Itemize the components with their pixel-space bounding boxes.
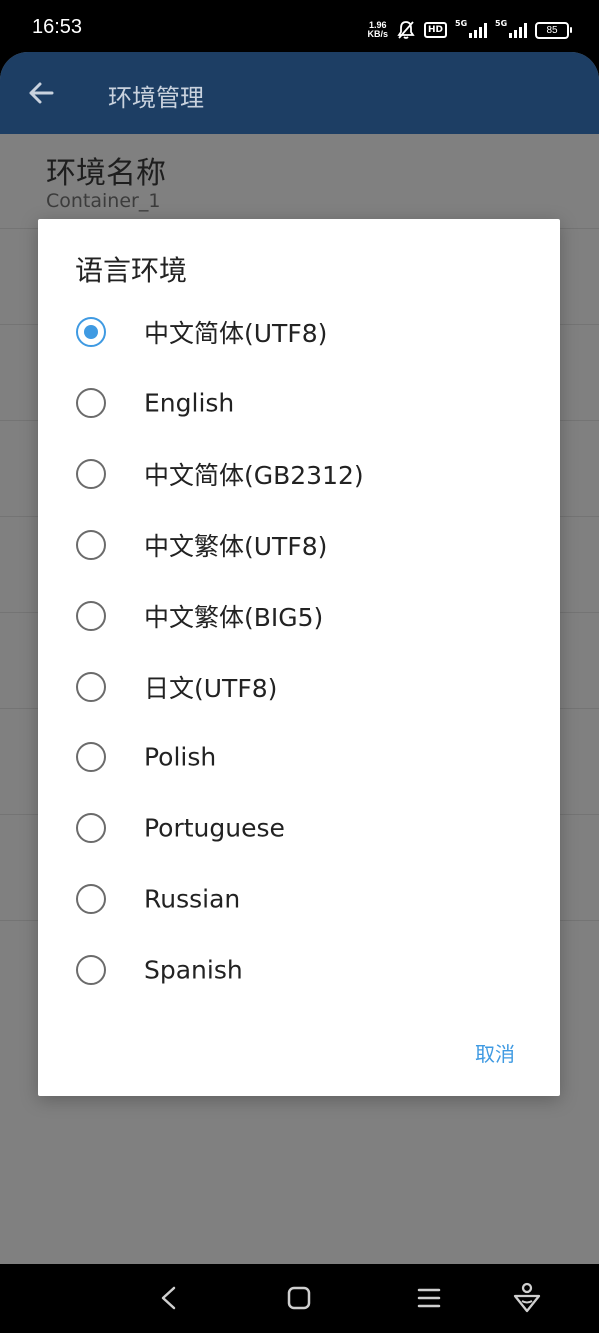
radio-unchecked-icon[interactable] [76, 600, 106, 631]
option-label: 中文繁体(UTF8) [144, 531, 328, 561]
signal-strength-icon: 5G [495, 19, 527, 38]
option-label: 中文简体(GB2312) [144, 460, 364, 490]
sim1-network-type: 5G [455, 19, 468, 28]
option-label: 日文(UTF8) [144, 673, 278, 703]
option-label: Russian [144, 884, 241, 913]
radio-unchecked-icon[interactable] [76, 883, 106, 914]
option-zh-tw-big5[interactable]: 中文繁体(BIG5) [38, 580, 560, 651]
hd-voice-icon: HD [423, 22, 447, 38]
radio-checked-icon[interactable] [76, 316, 106, 347]
option-zh-tw-utf8[interactable]: 中文繁体(UTF8) [38, 509, 560, 580]
option-label: 中文简体(UTF8) [144, 318, 328, 348]
network-speed-unit: KB/s [367, 29, 388, 39]
option-russian[interactable]: Russian [38, 863, 560, 934]
radio-unchecked-icon[interactable] [76, 741, 106, 772]
option-label: 中文繁体(BIG5) [144, 602, 324, 632]
nav-back-icon[interactable] [156, 1284, 182, 1312]
dialog-title: 语言环境 [75, 254, 188, 287]
clock: 16:53 [32, 16, 83, 38]
radio-unchecked-icon[interactable] [76, 671, 106, 702]
bell-muted-icon [397, 21, 415, 39]
back-arrow-icon[interactable] [26, 78, 56, 108]
option-spanish[interactable]: Spanish [38, 934, 560, 1005]
network-speed: 1.96 KB/s [367, 21, 388, 39]
nav-menu-icon[interactable] [416, 1286, 442, 1310]
radio-unchecked-icon[interactable] [76, 954, 106, 985]
option-portuguese[interactable]: Portuguese [38, 792, 560, 863]
option-zh-cn-gb2312[interactable]: 中文简体(GB2312) [38, 438, 560, 509]
option-zh-cn-utf8[interactable]: 中文简体(UTF8) [38, 296, 560, 367]
status-icons: 1.96 KB/s HD 5G 5G 85 [367, 18, 572, 42]
radio-unchecked-icon[interactable] [76, 458, 106, 489]
cancel-button[interactable]: 取消 [475, 1038, 515, 1067]
signal-strength-icon: 5G [455, 19, 487, 38]
nav-home-icon[interactable] [286, 1285, 312, 1311]
option-label: Spanish [144, 955, 243, 984]
option-ja-utf8[interactable]: 日文(UTF8) [38, 651, 560, 722]
radio-unchecked-icon[interactable] [76, 812, 106, 843]
sim2-network-type: 5G [495, 19, 508, 28]
option-polish[interactable]: Polish [38, 721, 560, 792]
battery-icon: 85 [535, 21, 572, 39]
app-bar: 环境管理 [0, 52, 599, 134]
language-dialog: 语言环境 中文简体(UTF8) English 中文简体(GB2312) 中文繁… [38, 219, 560, 1096]
nav-assistant-icon[interactable] [512, 1282, 542, 1314]
page-title: 环境管理 [108, 84, 204, 112]
radio-unchecked-icon[interactable] [76, 529, 106, 560]
navigation-bar [0, 1264, 599, 1333]
option-label: Portuguese [144, 813, 285, 842]
option-label: English [144, 388, 235, 417]
setting-value: Container_1 [46, 190, 161, 212]
setting-title: 环境名称 [46, 156, 166, 191]
option-english[interactable]: English [38, 367, 560, 438]
status-bar: 16:53 1.96 KB/s HD 5G 5G 85 [0, 0, 599, 56]
option-label: Polish [144, 742, 217, 771]
radio-unchecked-icon[interactable] [76, 387, 106, 418]
